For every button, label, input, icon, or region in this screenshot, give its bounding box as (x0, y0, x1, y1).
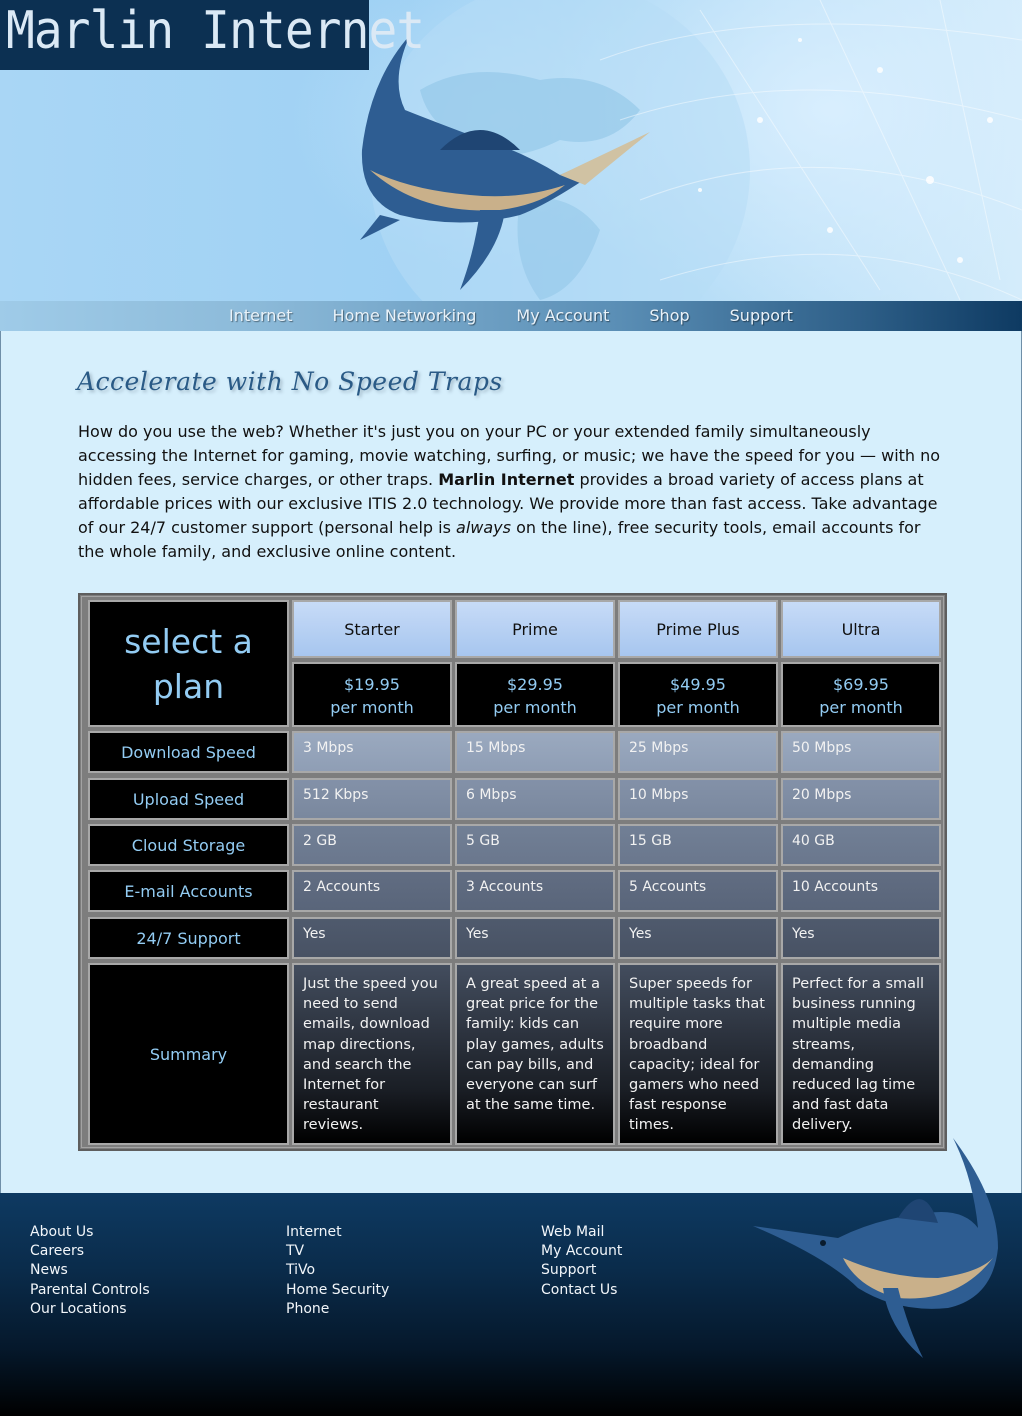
footer-column-account: Web Mail My Account Support Contact Us (541, 1223, 622, 1300)
plan-price-amount: $19.95 (344, 675, 400, 694)
plan-price: $69.95 per month (781, 662, 941, 727)
main-content: Accelerate with No Speed Traps How do yo… (0, 331, 1022, 1193)
feature-label: Download Speed (88, 731, 289, 773)
footer-link-careers[interactable]: Careers (30, 1242, 150, 1261)
plan-price-amount: $29.95 (507, 675, 563, 694)
feature-value: 10 Mbps (618, 778, 778, 820)
feature-value: Yes (781, 917, 941, 959)
feature-value: 2 GB (292, 824, 452, 866)
plan-name-prime[interactable]: Prime (455, 600, 615, 658)
select-plan-label: select a plan (124, 621, 253, 706)
feature-value: Yes (618, 917, 778, 959)
feature-value: 3 Mbps (292, 731, 452, 773)
nav-internet[interactable]: Internet (229, 301, 293, 331)
footer-link-tivo[interactable]: TiVo (286, 1261, 389, 1280)
plan-table-grid: select a plan Starter $19.95 per month Prime… (81, 596, 944, 1148)
footer-link-phone[interactable]: Phone (286, 1300, 389, 1319)
plan-summary: Super speeds for multiple tasks that req… (618, 963, 778, 1145)
plan-summary: A great speed at a great price for the f… (455, 963, 615, 1145)
footer-column-company: About Us Careers News Parental Controls … (30, 1223, 150, 1319)
feature-label: E-mail Accounts (88, 870, 289, 912)
main-nav: Internet Home Networking My Account Shop… (0, 301, 1022, 331)
summary-label: Summary (88, 963, 289, 1145)
footer-link-our-locations[interactable]: Our Locations (30, 1300, 150, 1319)
feature-value: 512 Kbps (292, 778, 452, 820)
footer-link-about-us[interactable]: About Us (30, 1223, 150, 1242)
logo-banner[interactable]: Marlin Internet (0, 0, 425, 70)
plan-price-amount: $69.95 (833, 675, 889, 694)
footer-link-home-security[interactable]: Home Security (286, 1281, 389, 1300)
site-logo[interactable]: Marlin Internet (6, 0, 425, 62)
feature-value: 15 GB (618, 824, 778, 866)
feature-value: 50 Mbps (781, 731, 941, 773)
footer-link-news[interactable]: News (30, 1261, 150, 1280)
footer-link-web-mail[interactable]: Web Mail (541, 1223, 622, 1242)
plan-comparison-table: select a plan Starter $19.95 per month Prime… (78, 593, 947, 1151)
feature-label: Cloud Storage (88, 824, 289, 866)
plan-price-period: per month (819, 698, 903, 717)
plan-summary: Perfect for a small business running mul… (781, 963, 941, 1145)
nav-support[interactable]: Support (730, 301, 793, 331)
footer-link-parental-controls[interactable]: Parental Controls (30, 1281, 150, 1300)
nav-shop[interactable]: Shop (649, 301, 689, 331)
intro-paragraph: How do you use the web? Whether it's jus… (78, 420, 948, 564)
footer-link-support[interactable]: Support (541, 1261, 622, 1280)
feature-value: 6 Mbps (455, 778, 615, 820)
footer-column-services: Internet TV TiVo Home Security Phone (286, 1223, 389, 1319)
feature-value: 25 Mbps (618, 731, 778, 773)
plan-summary: Just the speed you need to send emails, … (292, 963, 452, 1145)
select-plan-header: select a plan (88, 600, 289, 727)
site-header: Marlin Internet Internet Home Networking… (0, 0, 1022, 331)
feature-value: 10 Accounts (781, 870, 941, 912)
feature-value: 15 Mbps (455, 731, 615, 773)
nav-home-networking[interactable]: Home Networking (333, 301, 477, 331)
feature-value: 2 Accounts (292, 870, 452, 912)
footer-link-tv[interactable]: TV (286, 1242, 389, 1261)
feature-value: 40 GB (781, 824, 941, 866)
intro-brand: Marlin Internet (438, 470, 575, 489)
plan-price-period: per month (493, 698, 577, 717)
page-heading: Accelerate with No Speed Traps (77, 367, 503, 396)
feature-value: 20 Mbps (781, 778, 941, 820)
feature-value: 3 Accounts (455, 870, 615, 912)
plan-price: $19.95 per month (292, 662, 452, 727)
nav-my-account[interactable]: My Account (516, 301, 609, 331)
plan-price-amount: $49.95 (670, 675, 726, 694)
plan-price: $29.95 per month (455, 662, 615, 727)
feature-value: 5 GB (455, 824, 615, 866)
site-footer: About Us Careers News Parental Controls … (0, 1138, 1022, 1416)
feature-value: 5 Accounts (618, 870, 778, 912)
intro-emphasis: always (456, 518, 511, 537)
plan-price-period: per month (656, 698, 740, 717)
plan-price-period: per month (330, 698, 414, 717)
footer-link-contact-us[interactable]: Contact Us (541, 1281, 622, 1300)
plan-name-prime-plus[interactable]: Prime Plus (618, 600, 778, 658)
feature-value: Yes (455, 917, 615, 959)
plan-price: $49.95 per month (618, 662, 778, 727)
feature-label: 24/7 Support (88, 917, 289, 959)
plan-name-ultra[interactable]: Ultra (781, 600, 941, 658)
plan-name-starter[interactable]: Starter (292, 600, 452, 658)
footer-marlin-graphic (753, 1138, 998, 1358)
feature-label: Upload Speed (88, 778, 289, 820)
footer-link-my-account[interactable]: My Account (541, 1242, 622, 1261)
feature-value: Yes (292, 917, 452, 959)
footer-link-internet[interactable]: Internet (286, 1223, 389, 1242)
